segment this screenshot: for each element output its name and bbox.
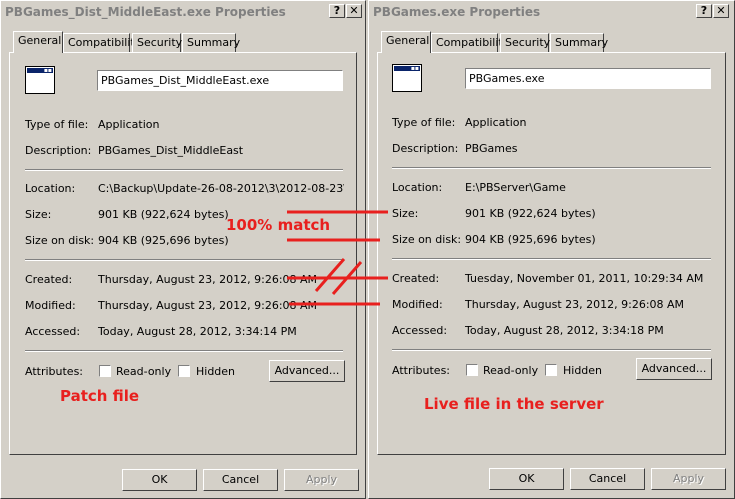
location-label: Location:: [392, 181, 443, 194]
left-tab-summary[interactable]: Summary: [182, 33, 240, 52]
size-on-disk-label: Size on disk:: [392, 233, 462, 246]
left-properties-window: PBGames_Dist_MiddleEast.exe Properties ?…: [0, 0, 366, 499]
live-file-annotation: Live file in the server: [424, 395, 604, 413]
right-properties-window: PBGames.exe Properties ? ✕ General Compa…: [368, 0, 735, 499]
right-help-button[interactable]: ?: [696, 4, 712, 18]
size-value: 901 KB (922,624 bytes): [98, 208, 229, 221]
accessed-value: Today, August 28, 2012, 3:34:14 PM: [98, 325, 297, 338]
left-help-button[interactable]: ?: [329, 4, 345, 18]
right-tab-compatibility[interactable]: Compatibility: [431, 33, 509, 52]
left-filename-field[interactable]: PBGames_Dist_MiddleEast.exe: [97, 70, 343, 91]
attributes-label: Attributes:: [25, 365, 84, 378]
type-label: Type of file:: [25, 118, 89, 131]
ok-button[interactable]: OK: [489, 468, 564, 490]
apply-button[interactable]: Apply: [284, 469, 359, 491]
location-label: Location:: [25, 182, 76, 195]
description-label: Description:: [25, 144, 92, 157]
modified-value: Thursday, August 23, 2012, 9:26:08 AM: [98, 299, 318, 312]
hidden-label: Hidden: [563, 364, 603, 377]
readonly-checkbox[interactable]: [466, 364, 478, 376]
cancel-button[interactable]: Cancel: [203, 469, 278, 491]
right-close-button[interactable]: ✕: [713, 4, 729, 18]
description-value: PBGames_Dist_MiddleEast: [98, 144, 244, 157]
created-label: Created:: [392, 272, 440, 285]
location-value: C:\Backup\Update-26-08-2012\3\2012-08-23…: [98, 182, 344, 195]
left-tab-compatibility[interactable]: Compatibility: [63, 33, 141, 52]
apply-button[interactable]: Apply: [651, 468, 726, 490]
created-value: Tuesday, November 01, 2011, 10:29:34 AM: [465, 272, 704, 285]
left-tab-general[interactable]: General: [13, 31, 63, 53]
application-icon: ▪▪: [25, 66, 55, 94]
readonly-checkbox[interactable]: [99, 365, 111, 377]
advanced-button[interactable]: Advanced...: [636, 358, 712, 380]
right-window-title: PBGames.exe Properties: [373, 5, 541, 19]
size-on-disk-value: 904 KB (925,696 bytes): [465, 233, 596, 246]
type-value: Application: [465, 116, 527, 129]
modified-value: Thursday, August 23, 2012, 9:26:08 AM: [465, 298, 685, 311]
readonly-label: Read-only: [483, 364, 539, 377]
right-tab-summary[interactable]: Summary: [550, 33, 608, 52]
hidden-checkbox[interactable]: [178, 365, 190, 377]
separator: [392, 349, 711, 351]
modified-label: Modified:: [25, 299, 76, 312]
ok-button[interactable]: OK: [122, 469, 197, 491]
application-icon: ▪▪: [392, 64, 422, 92]
created-label: Created:: [25, 273, 73, 286]
separator: [392, 167, 711, 169]
description-value: PBGames: [465, 142, 518, 155]
hidden-label: Hidden: [196, 365, 236, 378]
accessed-value: Today, August 28, 2012, 3:34:18 PM: [465, 324, 664, 337]
right-title-bar: PBGames.exe Properties: [370, 2, 733, 22]
separator: [25, 350, 343, 352]
description-label: Description:: [392, 142, 459, 155]
match-annotation: 100% match: [226, 216, 331, 234]
size-value: 901 KB (922,624 bytes): [465, 207, 596, 220]
modified-label: Modified:: [392, 298, 443, 311]
separator: [25, 169, 343, 171]
left-tab-security[interactable]: Security: [132, 33, 182, 52]
hidden-checkbox[interactable]: [545, 364, 557, 376]
separator: [392, 258, 711, 260]
size-on-disk-label: Size on disk:: [25, 234, 95, 247]
cancel-button[interactable]: Cancel: [570, 468, 645, 490]
left-title-bar: PBGames_Dist_MiddleEast.exe Properties: [2, 2, 364, 22]
type-value: Application: [98, 118, 160, 131]
location-value: E:\PBServer\Game: [465, 181, 566, 194]
right-filename-field[interactable]: PBGames.exe: [465, 68, 711, 89]
created-value: Thursday, August 23, 2012, 9:26:08 AM: [98, 273, 318, 286]
right-tab-security[interactable]: Security: [500, 33, 550, 52]
size-on-disk-value: 904 KB (925,696 bytes): [98, 234, 229, 247]
left-close-button[interactable]: ✕: [346, 4, 362, 18]
left-window-title: PBGames_Dist_MiddleEast.exe Properties: [5, 5, 286, 19]
accessed-label: Accessed:: [25, 325, 81, 338]
patch-file-annotation: Patch file: [60, 387, 140, 405]
accessed-label: Accessed:: [392, 324, 448, 337]
advanced-button[interactable]: Advanced...: [269, 360, 345, 382]
type-label: Type of file:: [392, 116, 456, 129]
right-tab-general[interactable]: General: [381, 31, 431, 53]
size-label: Size:: [25, 208, 52, 221]
attributes-label: Attributes:: [392, 364, 451, 377]
separator: [25, 259, 343, 261]
size-label: Size:: [392, 207, 419, 220]
readonly-label: Read-only: [116, 365, 172, 378]
